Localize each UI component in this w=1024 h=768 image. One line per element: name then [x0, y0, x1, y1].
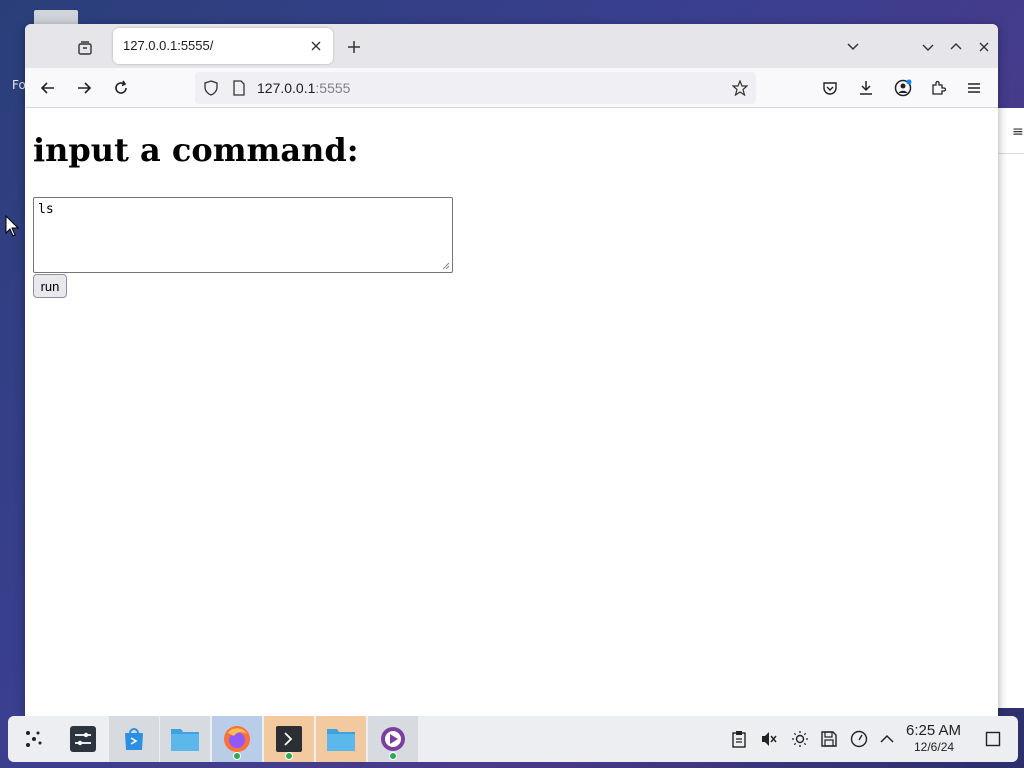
hamburger-menu-icon: [968, 83, 980, 93]
close-icon: [311, 41, 321, 51]
store-app-icon: [125, 728, 143, 750]
clock-date[interactable]: 12/6/24: [914, 740, 954, 754]
extensions-button[interactable]: [926, 76, 950, 100]
taskbar-app-file-manager-2[interactable]: [316, 716, 366, 762]
reload-button[interactable]: [109, 76, 133, 100]
download-icon: [860, 81, 872, 95]
menu-icon: ≡: [1012, 124, 1024, 140]
url-bar[interactable]: 127.0.0.1:5555: [195, 72, 756, 104]
settings-app-icon: [70, 726, 96, 752]
navigation-toolbar: 127.0.0.1:5555: [25, 68, 998, 108]
chevron-up-icon: [880, 734, 894, 743]
tray-expand-button[interactable]: [876, 728, 898, 750]
downloads-button[interactable]: [854, 76, 878, 100]
browser-window: 127.0.0.1:5555/ 127.0.0.1:5555 input a c…: [25, 24, 998, 716]
puzzle-icon: [932, 80, 946, 95]
desktop-item-label: Fo: [12, 78, 26, 92]
resize-grip-icon[interactable]: [440, 260, 450, 270]
tab-close-button[interactable]: [307, 37, 325, 55]
arrow-left-icon: [40, 82, 54, 94]
taskbar-app-file-manager[interactable]: [160, 716, 210, 762]
show-desktop-button[interactable]: [982, 728, 1004, 750]
url-port: :5555: [315, 80, 351, 96]
divider: [998, 153, 1024, 154]
close-icon: [979, 42, 989, 52]
tray-storage[interactable]: [818, 728, 840, 750]
tray-volume[interactable]: [758, 728, 780, 750]
page-title: input a command:: [33, 131, 359, 169]
shield-icon[interactable]: [203, 80, 219, 96]
page-content: input a command: ls run: [25, 109, 998, 716]
arrow-right-icon: [78, 82, 92, 94]
terminal-icon: [276, 726, 302, 752]
taskbar-app-discover[interactable]: [109, 716, 159, 762]
account-button[interactable]: [891, 76, 915, 100]
bookmark-star-button[interactable]: [730, 78, 750, 98]
pocket-button[interactable]: [818, 76, 842, 100]
list-all-tabs-button[interactable]: [842, 36, 864, 58]
firefox-icon: [224, 726, 250, 752]
help-gauge-icon: [850, 730, 868, 748]
tray-brightness[interactable]: [789, 728, 811, 750]
tray-help[interactable]: [848, 728, 870, 750]
star-icon: [732, 80, 748, 96]
taskbar-app-media-player[interactable]: [368, 716, 418, 762]
account-icon: [894, 79, 912, 97]
command-textarea[interactable]: ls: [33, 197, 453, 273]
tab-title: 127.0.0.1:5555/: [123, 38, 214, 53]
launcher-icon: [26, 731, 42, 747]
firefox-view-icon: [78, 41, 92, 55]
chevron-down-icon: [847, 43, 859, 51]
taskbar: 6:25 AM 12/6/24: [8, 716, 1018, 762]
back-button[interactable]: [36, 76, 60, 100]
url-text[interactable]: 127.0.0.1:5555: [257, 80, 350, 96]
maximize-icon: [950, 43, 962, 50]
new-tab-button[interactable]: [343, 36, 365, 58]
save-disk-icon: [821, 731, 837, 747]
running-indicator: [389, 752, 397, 760]
minimize-icon: [922, 44, 934, 51]
minimize-button[interactable]: [918, 37, 938, 57]
brightness-icon: [792, 731, 808, 747]
mouse-cursor-icon: [5, 214, 20, 241]
tray-clipboard[interactable]: [728, 728, 750, 750]
application-launcher-button[interactable]: [20, 725, 48, 753]
tab-active[interactable]: 127.0.0.1:5555/: [113, 28, 333, 64]
run-button[interactable]: run: [33, 274, 67, 298]
plus-icon: [348, 41, 360, 53]
forward-button[interactable]: [72, 76, 96, 100]
firefox-view-button[interactable]: [73, 36, 97, 60]
window-close-button[interactable]: [974, 37, 994, 57]
volume-muted-icon: [762, 732, 777, 746]
reload-icon: [115, 80, 127, 94]
pocket-icon: [823, 82, 837, 95]
background-window-edge: ≡: [998, 108, 1024, 708]
taskbar-app-terminal[interactable]: [264, 716, 314, 762]
page-info-icon[interactable]: [231, 80, 247, 96]
show-desktop-icon: [985, 731, 1001, 747]
clock-time[interactable]: 6:25 AM: [906, 722, 961, 739]
maximize-button[interactable]: [946, 37, 966, 57]
folder-icon: [327, 729, 355, 751]
running-indicator: [233, 752, 241, 760]
tab-bar: 127.0.0.1:5555/: [25, 24, 998, 68]
taskbar-app-system-settings[interactable]: [58, 716, 108, 762]
running-indicator: [285, 752, 293, 760]
app-menu-button[interactable]: [962, 76, 986, 100]
url-host: 127.0.0.1: [257, 80, 316, 96]
clipboard-icon: [732, 731, 746, 748]
taskbar-app-firefox[interactable]: [212, 716, 262, 762]
media-player-icon: [381, 727, 405, 751]
folder-icon: [171, 729, 199, 751]
